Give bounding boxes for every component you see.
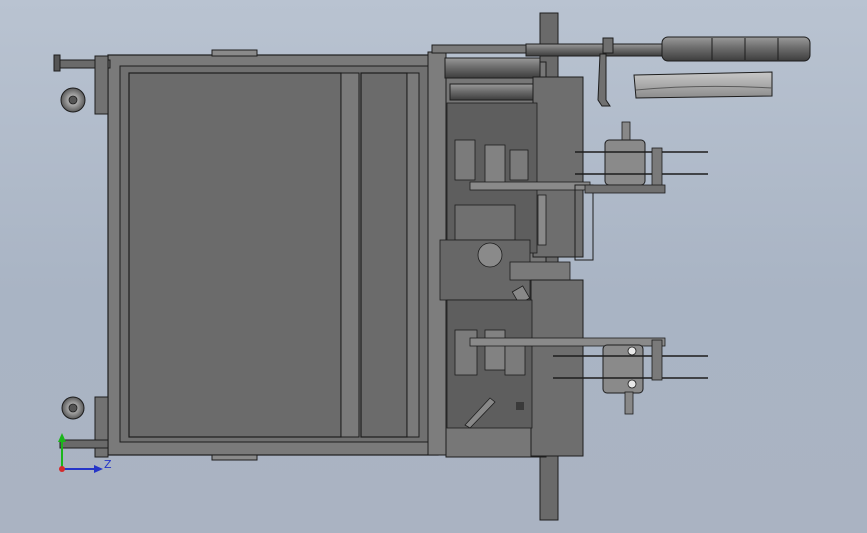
- cad-viewport[interactable]: Z: [0, 0, 867, 533]
- z-axis-label: Z: [104, 458, 112, 471]
- coordinate-triad: [58, 433, 103, 473]
